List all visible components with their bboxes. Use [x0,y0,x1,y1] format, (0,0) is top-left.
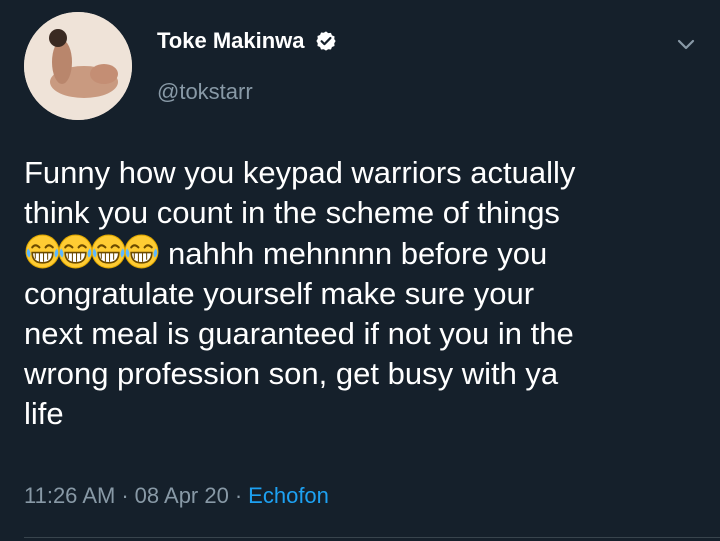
author-display-name[interactable]: Toke Makinwa [157,30,305,52]
chevron-down-icon[interactable] [674,32,698,56]
tweet-date[interactable]: 08 Apr 20 [135,483,229,508]
tweet-source-link[interactable]: Echofon [248,483,329,508]
emoji-group [24,233,159,271]
author-name-row: Toke Makinwa [157,30,337,52]
meta-separator: · [234,483,243,508]
tweet-line: wrong profession son, get busy with ya [24,356,559,391]
tweet-text: Funny how you keypad warriors actually t… [24,153,704,434]
face-with-tears-of-joy-icon [90,233,127,270]
verified-badge-icon [315,30,337,52]
face-with-tears-of-joy-icon [123,233,160,270]
tweet-line-with-emoji: nahhh mehnnnn before you [24,233,704,274]
tweet-time[interactable]: 11:26 AM [24,483,115,508]
tweet-line-text: nahhh mehnnnn before you [168,236,548,271]
face-with-tears-of-joy-icon [24,233,61,270]
avatar-image [24,12,132,120]
face-with-tears-of-joy-icon [57,233,94,270]
author-handle[interactable]: @tokstarr [157,81,253,103]
meta-separator: · [121,483,129,508]
tweet-line: life [24,396,64,431]
tweet-meta: 11:26 AM · 08 Apr 20 · Echofon [24,485,329,507]
tweet-line: next meal is guaranteed if not you in th… [24,316,574,351]
tweet-line: Funny how you keypad warriors actually [24,155,576,190]
tweet-line: think you count in the scheme of things [24,195,560,230]
tweet-line: congratulate yourself make sure your [24,276,535,311]
divider [24,537,720,538]
avatar[interactable] [24,12,132,120]
